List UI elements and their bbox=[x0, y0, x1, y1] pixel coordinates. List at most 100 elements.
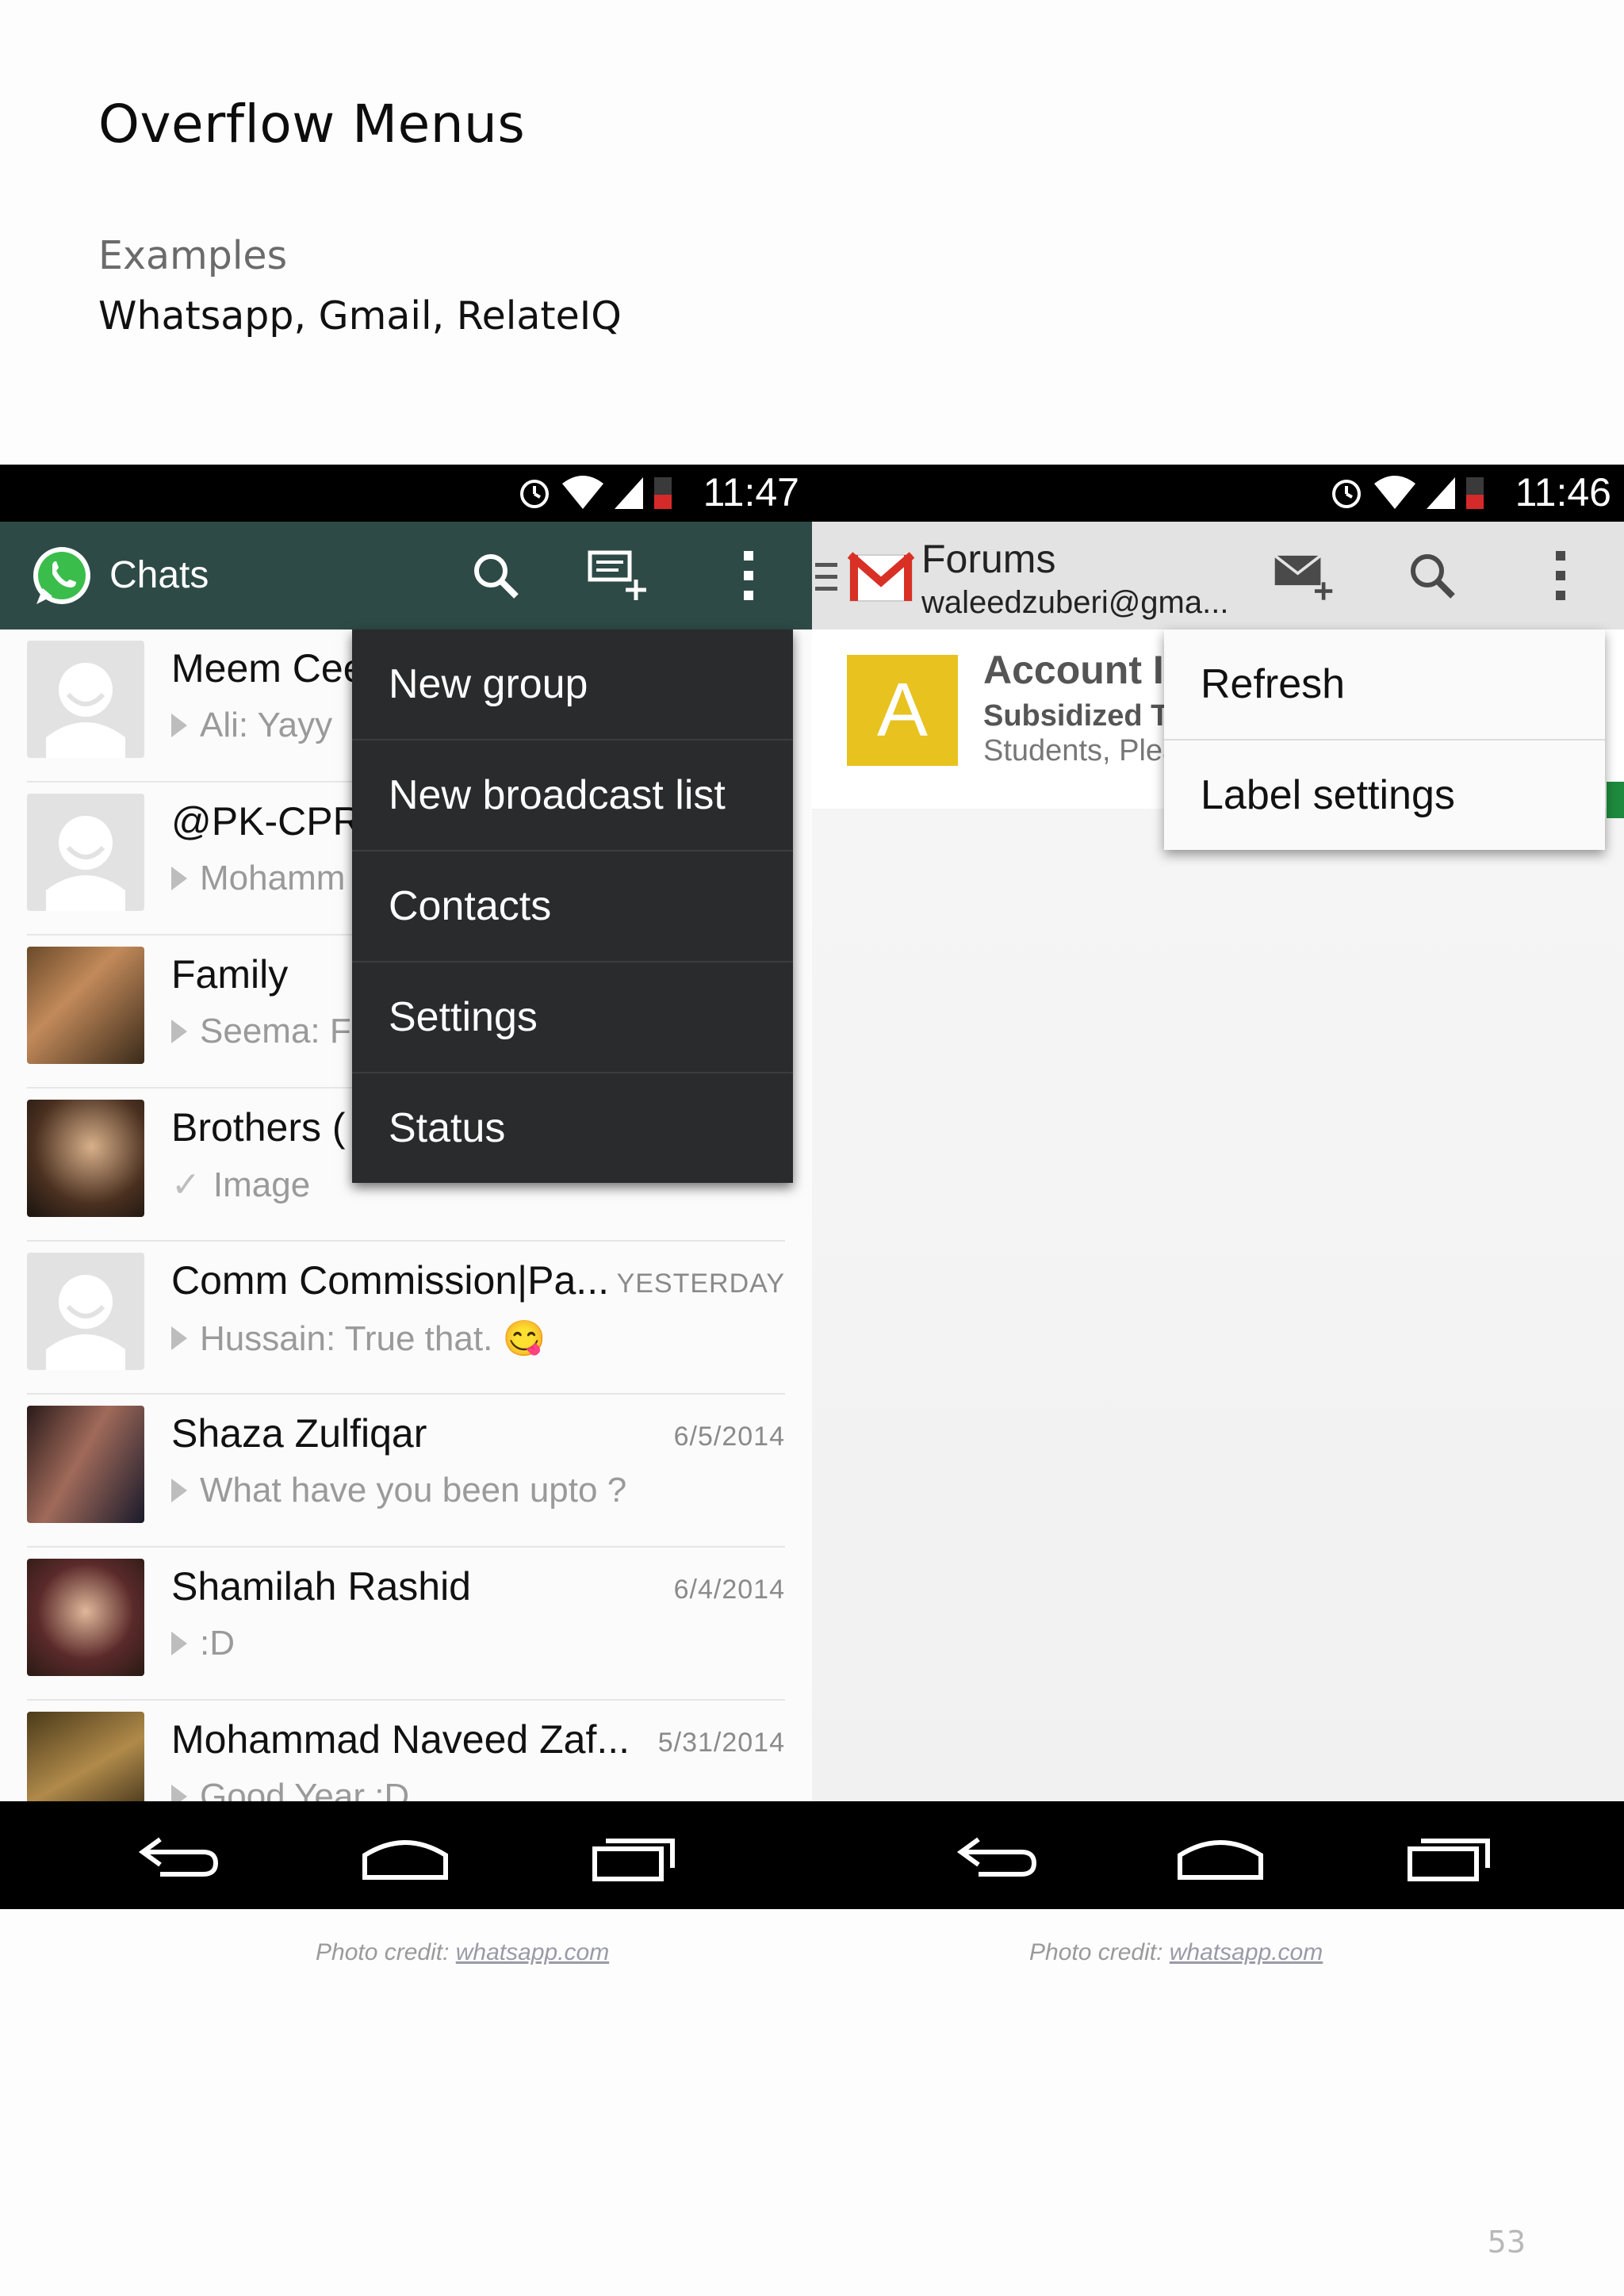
chat-preview: Seema: F bbox=[171, 1012, 351, 1051]
avatar bbox=[27, 794, 144, 911]
overflow-menu-button[interactable] bbox=[1529, 544, 1592, 607]
compose-icon bbox=[1274, 554, 1333, 600]
credit-link[interactable]: whatsapp.com bbox=[1170, 1939, 1323, 1965]
chat-date: 6/5/2014 bbox=[673, 1422, 785, 1452]
label-indicator bbox=[1607, 782, 1624, 818]
recent-apps-icon[interactable] bbox=[1405, 1828, 1492, 1884]
chat-date: YESTERDAY bbox=[616, 1269, 785, 1299]
chat-preview: ✓ Image bbox=[171, 1165, 311, 1205]
account-email: waleedzuberi@gma... bbox=[921, 585, 1229, 620]
nav-bar bbox=[0, 1801, 812, 1909]
battery-icon bbox=[654, 477, 672, 509]
chat-date: 6/4/2014 bbox=[673, 1575, 785, 1605]
gmail-action-bar: Forums waleedzuberi@gma... bbox=[812, 522, 1624, 629]
status-bar: 11:46 bbox=[812, 465, 1624, 522]
photo-credit-whatsapp: Photo credit: whatsapp.com bbox=[316, 1939, 610, 1965]
menu-item-status[interactable]: Status bbox=[352, 1073, 793, 1183]
subtitle-apps: Whatsapp, Gmail, RelateIQ bbox=[98, 293, 622, 339]
chat-item[interactable]: Shaza Zulfiqar 6/5/2014 What have you be… bbox=[0, 1395, 785, 1548]
chat-name: @PK-CPR bbox=[171, 799, 362, 844]
chat-preview: Ali: Yayy bbox=[171, 706, 332, 745]
slide-subtitle: Examples Whatsapp, Gmail, RelateIQ bbox=[98, 226, 622, 346]
back-icon[interactable] bbox=[955, 1828, 1042, 1884]
chat-preview: What have you been upto ? bbox=[171, 1471, 626, 1510]
whatsapp-screenshot: 11:47 Chats Meem Cee Ali: Yayy @PK-CPR M… bbox=[0, 465, 812, 1909]
wifi-icon bbox=[1374, 476, 1415, 509]
menu-item-new-broadcast-list[interactable]: New broadcast list bbox=[352, 740, 793, 851]
conversation-subtitle: Subsidized Tr bbox=[983, 699, 1180, 733]
chat-name: Shaza Zulfiqar bbox=[171, 1411, 427, 1456]
arrow-icon bbox=[171, 1020, 187, 1043]
whatsapp-logo-icon bbox=[33, 547, 90, 604]
chat-name: Brothers ( bbox=[171, 1105, 346, 1150]
avatar bbox=[27, 1100, 144, 1217]
avatar bbox=[27, 1406, 144, 1523]
gmail-logo-icon bbox=[847, 552, 915, 602]
menu-item-settings[interactable]: Settings bbox=[352, 962, 793, 1073]
sender-avatar: A bbox=[847, 655, 958, 766]
alarm-icon bbox=[520, 480, 549, 508]
chat-preview: Good Year :D bbox=[171, 1777, 409, 1801]
alarm-icon bbox=[1332, 480, 1361, 508]
menu-item-label-settings[interactable]: Label settings bbox=[1164, 740, 1605, 850]
menu-item-refresh[interactable]: Refresh bbox=[1164, 629, 1605, 740]
arrow-icon bbox=[171, 1632, 187, 1655]
gmail-screenshot: 11:46 Forums waleedzuberi@gma... A Accou… bbox=[812, 465, 1624, 1909]
chat-preview: :D bbox=[171, 1624, 235, 1663]
arrow-icon bbox=[171, 1479, 187, 1502]
page-title: Chats bbox=[109, 554, 209, 596]
status-clock: 11:47 bbox=[703, 470, 799, 515]
overflow-menu: Refresh Label settings bbox=[1164, 629, 1605, 850]
arrow-icon bbox=[171, 714, 187, 737]
overflow-menu: New group New broadcast list Contacts Se… bbox=[352, 629, 793, 1183]
chat-name: Comm Commission|Pa... bbox=[171, 1258, 609, 1303]
signal-icon bbox=[615, 477, 643, 509]
chat-item[interactable]: Shamilah Rashid 6/4/2014 :D bbox=[0, 1548, 785, 1701]
whatsapp-action-bar: Chats bbox=[0, 522, 812, 629]
new-chat-button[interactable] bbox=[587, 544, 650, 607]
arrow-icon bbox=[171, 1326, 187, 1350]
recent-apps-icon[interactable] bbox=[590, 1828, 677, 1884]
avatar bbox=[27, 641, 144, 758]
overflow-icon bbox=[744, 551, 753, 600]
conversation-subject: Account In bbox=[983, 648, 1189, 692]
menu-item-new-group[interactable]: New group bbox=[352, 629, 793, 740]
back-icon[interactable] bbox=[136, 1828, 224, 1884]
chat-preview: Mohamm bbox=[171, 859, 345, 898]
signal-icon bbox=[1427, 477, 1455, 509]
search-icon bbox=[474, 554, 519, 599]
chat-date: 5/31/2014 bbox=[657, 1728, 785, 1758]
search-button[interactable] bbox=[464, 544, 527, 607]
avatar bbox=[27, 1559, 144, 1676]
chat-preview: Hussain: True that. 😋 bbox=[171, 1318, 546, 1359]
avatar bbox=[27, 947, 144, 1064]
conversation-snippet: Students, Plea bbox=[983, 734, 1180, 767]
subtitle-examples: Examples bbox=[98, 233, 288, 278]
chat-name: Family bbox=[171, 952, 289, 997]
check-icon: ✓ bbox=[171, 1165, 201, 1204]
status-icons bbox=[1328, 474, 1485, 511]
overflow-menu-button[interactable] bbox=[717, 544, 780, 607]
search-icon bbox=[1411, 554, 1455, 599]
search-button[interactable] bbox=[1400, 544, 1464, 607]
menu-item-contacts[interactable]: Contacts bbox=[352, 851, 793, 962]
avatar bbox=[27, 1253, 144, 1370]
home-icon[interactable] bbox=[362, 1828, 449, 1884]
page-title: Forums bbox=[921, 537, 1056, 581]
wifi-icon bbox=[562, 476, 603, 509]
slide-title: Overflow Menus bbox=[98, 94, 526, 155]
battery-icon bbox=[1466, 477, 1484, 509]
compose-button[interactable] bbox=[1272, 544, 1335, 607]
arrow-icon bbox=[171, 867, 187, 890]
credit-link[interactable]: whatsapp.com bbox=[456, 1939, 609, 1965]
page-number: 53 bbox=[1487, 2225, 1526, 2260]
drawer-icon[interactable] bbox=[815, 561, 837, 593]
chat-item[interactable]: Mohammad Naveed Zaf... 5/31/2014 Good Ye… bbox=[0, 1701, 785, 1801]
arrow-icon bbox=[171, 1785, 187, 1801]
home-icon[interactable] bbox=[1177, 1828, 1264, 1884]
nav-bar bbox=[812, 1801, 1624, 1909]
chat-name: Meem Cee bbox=[171, 646, 366, 691]
new-chat-icon bbox=[588, 550, 646, 600]
chat-item[interactable]: Comm Commission|Pa... YESTERDAY Hussain:… bbox=[0, 1242, 785, 1395]
status-bar: 11:47 bbox=[0, 465, 812, 522]
